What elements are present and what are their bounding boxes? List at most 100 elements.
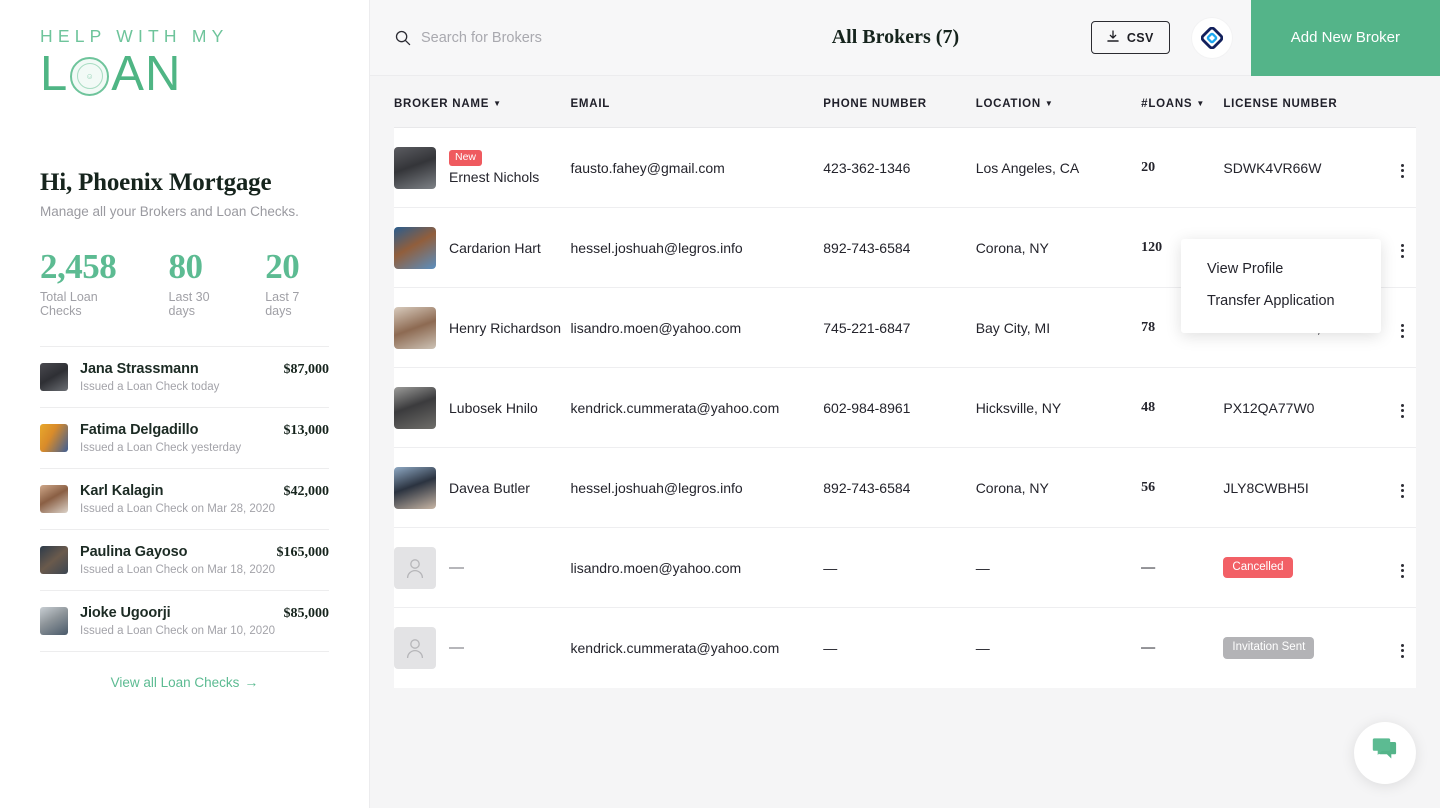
add-new-broker-button[interactable]: Add New Broker <box>1250 0 1440 76</box>
stat-label: Last 30 days <box>168 290 210 319</box>
column-header-license-number: LICENSE NUMBER <box>1223 98 1376 128</box>
cell-actions <box>1375 127 1416 208</box>
broker-name: — <box>449 639 464 657</box>
broker-name: Davea Butler <box>449 479 530 496</box>
broker-name: Cardarion Hart <box>449 239 541 256</box>
cell-license: JLY8CWBH5I <box>1223 447 1376 528</box>
row-menu-button[interactable] <box>1395 320 1410 342</box>
cell-broker-name: Davea Butler <box>394 447 571 528</box>
column-header-broker-name[interactable]: BROKER NAME ▼ <box>394 98 571 128</box>
cell-location: — <box>975 527 1142 608</box>
cell-phone: 423-362-1346 <box>823 127 976 208</box>
stat-last-7-days: 20 Last 7 days <box>265 246 329 319</box>
greeting-block: Hi, Phoenix Mortgage Manage all your Bro… <box>40 169 329 219</box>
menu-item-view-profile[interactable]: View Profile <box>1181 253 1381 285</box>
avatar <box>394 306 436 349</box>
stat-total-loan-checks: 2,458 Total Loan Checks <box>40 246 143 319</box>
list-item-amount: $165,000 <box>276 545 330 561</box>
table-row[interactable]: Davea Butler hessel.joshuah@legros.info … <box>394 447 1416 528</box>
cell-loans: — <box>1141 607 1224 688</box>
cell-email: hessel.joshuah@legros.info <box>570 447 824 528</box>
cell-loans: — <box>1141 527 1224 608</box>
column-label: #LOANS <box>1141 98 1193 110</box>
status-badge: Cancelled <box>1223 556 1293 579</box>
cell-loans: 48 <box>1141 367 1224 448</box>
row-menu-button[interactable] <box>1395 480 1410 502</box>
chevron-down-icon: ▼ <box>1196 99 1205 108</box>
download-icon <box>1107 29 1119 46</box>
column-header-actions <box>1375 98 1416 128</box>
cell-loans: 56 <box>1141 447 1224 528</box>
cell-actions <box>1375 207 1416 288</box>
stat-label: Last 7 days <box>265 290 300 319</box>
column-header-email: EMAIL <box>570 98 824 128</box>
list-item-amount: $85,000 <box>283 606 330 622</box>
row-context-menu: View Profile Transfer Application <box>1181 239 1381 333</box>
column-label: BROKER NAME <box>394 98 490 110</box>
list-item-name: Paulina Gayoso <box>80 544 188 561</box>
penny-coin-icon: ☺ <box>70 56 110 96</box>
arrow-right-icon: → <box>244 674 259 691</box>
column-label: LOCATION <box>975 98 1041 110</box>
view-all-label: View all Loan Checks <box>110 675 240 691</box>
table-row[interactable]: — kendrick.cummerata@yahoo.com — — — Inv… <box>394 607 1416 688</box>
app-root: HELP WITH MY L ☺ AN Hi, Phoenix Mortgage… <box>0 0 1440 808</box>
list-item[interactable]: Jana Strassmann $87,000 Issued a Loan Ch… <box>40 346 329 409</box>
avatar <box>40 485 68 514</box>
cell-license: Invitation Sent <box>1223 607 1376 688</box>
stat-value: 2,458 <box>40 246 117 286</box>
cell-location: Corona, NY <box>975 207 1142 288</box>
cell-email: kendrick.cummerata@yahoo.com <box>570 367 824 448</box>
topbar-actions: CSV Add New Broker <box>1090 0 1440 76</box>
column-header-loans[interactable]: #LOANS ▼ <box>1141 98 1224 128</box>
column-header-phone-number: PHONE NUMBER <box>823 98 976 128</box>
cell-location: Los Angeles, CA <box>975 127 1142 208</box>
cell-email: fausto.fahey@gmail.com <box>570 127 824 208</box>
row-menu-button[interactable] <box>1395 640 1410 662</box>
cell-broker-name: New Ernest Nichols <box>394 127 571 208</box>
avatar-placeholder-icon <box>394 546 436 589</box>
avatar <box>40 607 68 636</box>
avatar <box>394 386 436 429</box>
menu-item-transfer-application[interactable]: Transfer Application <box>1181 285 1381 317</box>
brand-logo-icon[interactable] <box>1191 17 1232 58</box>
column-header-location[interactable]: LOCATION ▼ <box>975 98 1142 128</box>
license-number: JLY8CWBH5I <box>1223 479 1309 496</box>
column-label: PHONE NUMBER <box>823 98 927 110</box>
list-item[interactable]: Fatima Delgadillo $13,000 Issued a Loan … <box>40 408 329 470</box>
chat-widget-button[interactable] <box>1354 722 1416 784</box>
cell-license: SDWK4VR66W <box>1223 127 1376 208</box>
view-all-loan-checks-link[interactable]: View all Loan Checks → <box>40 674 329 690</box>
list-item[interactable]: Karl Kalagin $42,000 Issued a Loan Check… <box>40 469 329 531</box>
row-menu-button[interactable] <box>1395 160 1410 182</box>
cell-actions <box>1375 367 1416 448</box>
table-row[interactable]: — lisandro.moen@yahoo.com — — — Cancelle… <box>394 527 1416 608</box>
cell-broker-name: — <box>394 527 571 608</box>
row-menu-button[interactable] <box>1395 560 1410 582</box>
table-row[interactable]: Lubosek Hnilo kendrick.cummerata@yahoo.c… <box>394 367 1416 448</box>
cell-actions <box>1375 527 1416 608</box>
avatar <box>40 363 68 392</box>
cell-actions <box>1375 607 1416 688</box>
main-area: All Brokers (7) CSV <box>370 0 1440 808</box>
list-item[interactable]: Paulina Gayoso $165,000 Issued a Loan Ch… <box>40 530 330 592</box>
stat-value: 20 <box>265 246 300 286</box>
cell-phone: — <box>823 607 976 688</box>
list-item-subtitle: Issued a Loan Check on Mar 28, 2020 <box>80 503 275 516</box>
cell-location: Bay City, MI <box>975 287 1142 368</box>
row-menu-button[interactable] <box>1395 240 1410 262</box>
cell-broker-name: Henry Richardson <box>394 287 571 368</box>
list-item[interactable]: Jioke Ugoorji $85,000 Issued a Loan Chec… <box>40 591 330 653</box>
logo[interactable]: HELP WITH MY L ☺ AN <box>40 0 329 99</box>
avatar-placeholder-icon <box>394 626 436 669</box>
list-item-name: Jioke Ugoorji <box>80 605 171 622</box>
cell-license: Cancelled <box>1223 527 1376 608</box>
cell-broker-name: Cardarion Hart <box>394 207 571 288</box>
csv-export-button[interactable]: CSV <box>1090 21 1170 54</box>
row-menu-button[interactable] <box>1395 400 1410 422</box>
cell-email: kendrick.cummerata@yahoo.com <box>570 607 824 688</box>
table-row[interactable]: New Ernest Nichols fausto.fahey@gmail.co… <box>394 127 1416 208</box>
cell-phone: 892-743-6584 <box>823 207 976 288</box>
cell-email: lisandro.moen@yahoo.com <box>570 287 824 368</box>
list-item-subtitle: Issued a Loan Check on Mar 10, 2020 <box>80 625 275 638</box>
